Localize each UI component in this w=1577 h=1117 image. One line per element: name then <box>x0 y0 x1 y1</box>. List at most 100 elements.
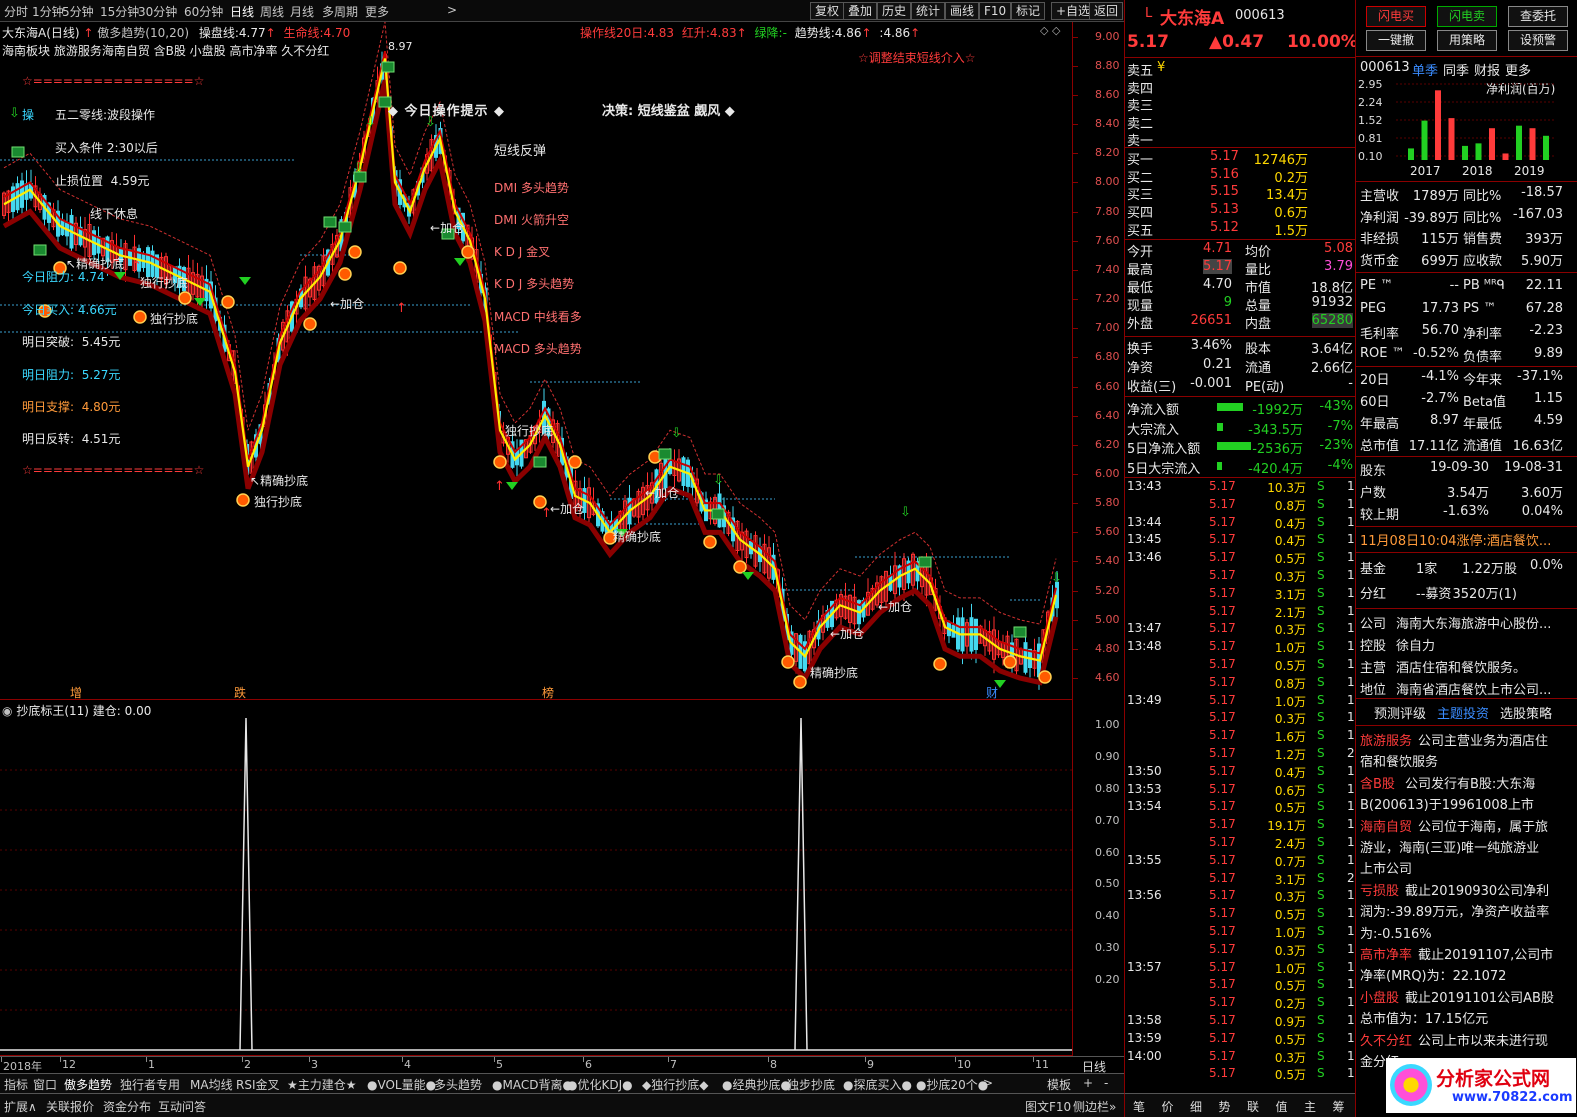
sidebar-button[interactable]: 侧边栏» <box>1073 1098 1116 1115</box>
ask-volume: ¥ <box>1157 60 1166 75</box>
indicator-tab-1[interactable]: 窗口 <box>33 1076 57 1093</box>
toolbar-btn-2[interactable]: 历史 <box>877 2 912 20</box>
period-10[interactable]: 更多 <box>365 3 389 20</box>
period-7[interactable]: 周线 <box>260 3 284 20</box>
label: 加仓 <box>655 486 680 500</box>
action-button-0[interactable]: 闪电买 <box>1366 6 1426 27</box>
info-subtab-1[interactable]: 主题投资 <box>1437 703 1489 722</box>
indicator-tab-6[interactable]: ★主力建仓★ <box>287 1076 357 1093</box>
related-quote-tab[interactable]: 关联报价 <box>46 1098 94 1115</box>
info-tab-3[interactable]: 更多 <box>1505 60 1531 79</box>
theme-tag[interactable]: 旅游服务 <box>1360 730 1412 749</box>
news-headline[interactable]: 11月08日10:04涨停:酒店餐饮... <box>1360 530 1551 549</box>
info-label: 净利率 <box>1463 327 1503 342</box>
indicator-tab-10[interactable]: ●优化KDJ● <box>567 1076 633 1093</box>
tick-mark <box>60 1057 61 1062</box>
kline-chart[interactable]: ⇩ ⇩ ⇩ ⇩ ⇩ ⇩ ⇩ ⇩ ↑ ↑ ↑ ↑ 大东海A(日线) ↑ 傲多趋势(10,20) 操盘线:… <box>0 22 1072 700</box>
indicator-tab-5[interactable]: RSI金叉 <box>236 1076 280 1093</box>
toolbar-btn-4[interactable]: 画线 <box>945 2 980 20</box>
indicator-chart[interactable]: ◉ 抄底标王(11) 建仓: 0.00 <box>0 700 1072 1056</box>
theme-tag[interactable]: 含B股 <box>1360 773 1395 792</box>
info-subtab-0[interactable]: 预测评级 <box>1374 703 1426 722</box>
indicator-tab-2[interactable]: 傲多趋势 <box>64 1076 112 1093</box>
action-button-2[interactable]: 查委托 <box>1508 6 1568 27</box>
period-2[interactable]: 5分钟 <box>62 3 94 20</box>
template-button[interactable]: 模板 <box>1047 1076 1071 1093</box>
action-button-5[interactable]: 设预警 <box>1508 30 1568 51</box>
info-value: -- <box>1449 278 1459 293</box>
indicator-tab-3[interactable]: 独行者专用 <box>120 1076 180 1093</box>
plus-button[interactable]: + <box>1083 1076 1093 1090</box>
label: 精确抄底 <box>76 257 125 271</box>
quote-tab-1[interactable]: 价 <box>1162 1098 1174 1115</box>
tick-count: 1 <box>1347 888 1355 903</box>
quote-tab-3[interactable]: 势 <box>1219 1098 1231 1115</box>
theme-tag[interactable]: 高市净率 <box>1360 944 1412 963</box>
period-0[interactable]: 分时 <box>4 3 28 20</box>
toolbar-btn-3[interactable]: 统计 <box>911 2 946 20</box>
info-value: 67.28 <box>1525 300 1563 316</box>
qa-tab[interactable]: 互动问答 <box>158 1098 206 1115</box>
period-9[interactable]: 多周期 <box>322 3 358 20</box>
tick-volume: 0.5万 <box>1274 659 1306 673</box>
period-5[interactable]: 60分钟 <box>184 3 223 20</box>
indicator-tab-11[interactable]: ◆独行抄底◆ <box>642 1076 708 1093</box>
zen-badge-icon <box>323 216 337 228</box>
indicator-tab-13[interactable]: 独步抄底 <box>787 1076 835 1093</box>
indicator-tab-14[interactable]: ●探底买入● <box>843 1076 912 1093</box>
toolbar-btn-6[interactable]: 标记 <box>1011 2 1046 20</box>
quote-tab-6[interactable]: 主 <box>1304 1098 1316 1115</box>
action-button-3[interactable]: 一键撤 <box>1366 30 1426 51</box>
x-tick: 11 <box>1035 1058 1049 1071</box>
indicator-tab-8[interactable]: 多头趋势 <box>434 1076 482 1093</box>
indicator-tab-9[interactable]: ●MACD背离● <box>492 1076 573 1093</box>
theme-tag[interactable]: 小盘股 <box>1360 987 1399 1006</box>
info-tab-2[interactable]: 财报 <box>1474 60 1500 79</box>
tick-price: 5.17 <box>1209 852 1236 867</box>
toolbar-btn-5[interactable]: F10 <box>979 2 1012 20</box>
toolbar-btn-8[interactable]: 返回 <box>1089 2 1124 20</box>
tick-mark <box>865 1057 866 1062</box>
f10-button[interactable]: 图文F10 <box>1025 1098 1071 1115</box>
up-arrow-icon: ↑ <box>494 479 505 494</box>
quote-tab-0[interactable]: 笔 <box>1133 1098 1145 1115</box>
quote-tab-2[interactable]: 细 <box>1190 1098 1202 1115</box>
indicator-tab-12[interactable]: ●经典抄底● <box>722 1076 791 1093</box>
holder-value: 3.54万 <box>1447 486 1489 501</box>
period-8[interactable]: 月线 <box>290 3 314 20</box>
period-6[interactable]: 日线 <box>230 3 254 20</box>
quote-tab-4[interactable]: 联 <box>1247 1098 1259 1115</box>
expand-button[interactable]: 扩展∧ <box>4 1098 37 1115</box>
theme-tag[interactable]: 海南自贸 <box>1360 816 1412 835</box>
dropdown-icon[interactable]: ◉ <box>2 704 12 718</box>
info-subtab-2[interactable]: 选股策略 <box>1500 703 1552 722</box>
info-tab-1[interactable]: 同季 <box>1443 60 1469 79</box>
indicator-tab-16[interactable]: > <box>983 1076 993 1090</box>
minus-button[interactable]: - <box>1104 1076 1108 1090</box>
info-value: -18.57 <box>1521 185 1563 200</box>
divider <box>1125 336 1355 337</box>
quote-tab-5[interactable]: 值 <box>1276 1098 1288 1115</box>
indicator-tab-4[interactable]: MA均线 <box>190 1076 233 1093</box>
indicator-tab-0[interactable]: 指标 <box>4 1076 28 1093</box>
action-button-4[interactable]: 用策略 <box>1437 30 1497 51</box>
info-tab-0[interactable]: 单季 <box>1412 60 1438 79</box>
tick-mark <box>402 1057 403 1062</box>
period-3[interactable]: 15分钟 <box>100 3 139 20</box>
chevron-right-icon[interactable]: > <box>447 3 457 17</box>
fund-dist-tab[interactable]: 资金分布 <box>103 1098 151 1115</box>
theme-tag[interactable]: 久不分红 <box>1360 1030 1412 1049</box>
sell-triangle-icon <box>454 258 466 266</box>
label: 精确抄底 <box>613 530 662 544</box>
period-4[interactable]: 30分钟 <box>138 3 177 20</box>
theme-tag[interactable]: 亏损股 <box>1360 880 1399 899</box>
action-button-1[interactable]: 闪电卖 <box>1437 6 1497 27</box>
toolbar-btn-1[interactable]: 叠加 <box>843 2 878 20</box>
info-value: 115万 <box>1421 232 1459 247</box>
indicator-tab-15[interactable]: ●抄底20个● <box>916 1076 988 1093</box>
indicator-tab-7[interactable]: ●VOL量能● <box>367 1076 436 1093</box>
chart-controls[interactable]: ◇ ◇ <box>1040 24 1060 37</box>
quote-tab-7[interactable]: 筹 <box>1333 1098 1345 1115</box>
period-1[interactable]: 1分钟 <box>32 3 64 20</box>
toolbar-btn-0[interactable]: 复权 <box>810 2 845 20</box>
